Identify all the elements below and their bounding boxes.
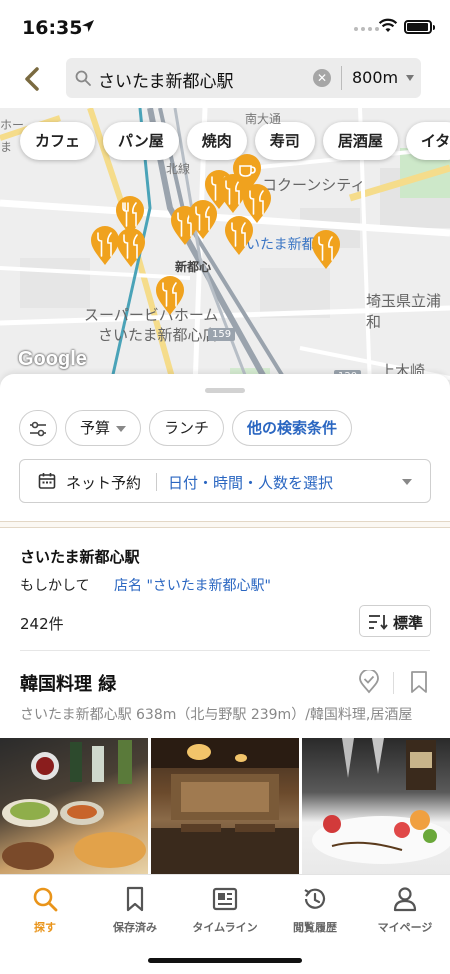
reservation-divider bbox=[156, 473, 157, 491]
wifi-icon bbox=[378, 18, 398, 32]
chevron-down-icon bbox=[406, 75, 414, 81]
person-icon bbox=[393, 887, 417, 912]
map-label: ホー bbox=[0, 118, 25, 132]
date-time-people-picker[interactable]: 日付・時間・人数を選択 bbox=[168, 472, 333, 493]
restaurant-pin-icon[interactable] bbox=[116, 228, 146, 268]
map-label: 新都心 bbox=[175, 260, 212, 274]
budget-filter-label: 予算 bbox=[80, 419, 111, 437]
status-time: 16:35 bbox=[22, 17, 83, 39]
tab-mypage[interactable]: マイページ bbox=[360, 885, 450, 945]
chevron-down-icon bbox=[402, 479, 412, 485]
status-bar: 16:35 bbox=[0, 0, 450, 56]
map-label: 北線 bbox=[166, 162, 191, 176]
lunch-filter-button[interactable]: ランチ bbox=[149, 410, 225, 446]
map-label: 埼玉県立浦和 bbox=[366, 292, 442, 331]
dessert-photo-illustration bbox=[312, 738, 450, 864]
restaurant-pin-icon[interactable] bbox=[311, 230, 341, 270]
signal-icon bbox=[354, 27, 379, 31]
search-icon bbox=[75, 70, 91, 86]
route-badge: 159 bbox=[208, 328, 236, 341]
interior-photo-illustration bbox=[151, 738, 299, 874]
map-label: さいたま新都心店 bbox=[98, 326, 218, 344]
search-station-title: さいたま新都心駅 bbox=[20, 548, 140, 566]
battery-icon bbox=[404, 20, 435, 34]
tab-timeline[interactable]: タイムライン bbox=[180, 885, 270, 945]
genre-chip[interactable]: イタ bbox=[405, 122, 450, 160]
suggestion-link[interactable]: 店名 "さいたま新都心駅" bbox=[114, 575, 271, 595]
sort-icon bbox=[369, 615, 388, 630]
genre-chip[interactable]: 居酒屋 bbox=[322, 122, 398, 160]
filter-row: 予算 ランチ 他の検索条件 bbox=[19, 410, 353, 446]
bookmark-icon bbox=[126, 886, 144, 912]
suggestion-label: もしかして bbox=[20, 578, 90, 594]
map-view[interactable]: カフェ パン屋 焼肉 寿司 居酒屋 イタ 南大通 ホー ま 北線 コクーンシティ… bbox=[0, 108, 450, 388]
back-arrow-icon[interactable] bbox=[18, 64, 48, 94]
map-label: コクーンシティ bbox=[262, 176, 366, 194]
sheet-handle[interactable] bbox=[205, 388, 245, 393]
genre-chip[interactable]: パン屋 bbox=[103, 122, 179, 160]
sort-label: 標準 bbox=[393, 614, 424, 632]
tab-label: タイムライン bbox=[192, 921, 258, 934]
visited-check-icon[interactable] bbox=[358, 670, 380, 694]
shop-photo[interactable] bbox=[0, 738, 148, 874]
sort-button[interactable]: 標準 bbox=[359, 605, 431, 637]
section-divider bbox=[0, 521, 450, 528]
search-input[interactable]: さいたま新都心駅 ✕ 800m bbox=[66, 58, 421, 98]
search-query: さいたま新都心駅 bbox=[98, 72, 234, 92]
shop-name[interactable]: 韓国料理 緑 bbox=[20, 670, 116, 696]
net-reservation-label: ネット予約 bbox=[66, 474, 142, 492]
net-reservation-select[interactable]: ネット予約 日付・時間・人数を選択 bbox=[19, 459, 431, 503]
clear-icon[interactable]: ✕ bbox=[313, 69, 331, 87]
shop-meta: さいたま新都心駅 638m（北与野駅 239m）/韓国料理,居酒屋 bbox=[20, 707, 413, 723]
tab-label: マイページ bbox=[377, 921, 433, 934]
restaurant-pin-icon[interactable] bbox=[224, 216, 254, 256]
calendar-icon bbox=[38, 473, 56, 489]
tab-label: 閲覧履歴 bbox=[293, 921, 337, 934]
budget-filter-button[interactable]: 予算 bbox=[65, 410, 142, 446]
google-logo: Google bbox=[18, 348, 87, 370]
location-arrow-icon bbox=[82, 20, 94, 32]
bookmark-icon[interactable] bbox=[409, 670, 429, 694]
tab-label: 保存済み bbox=[113, 921, 157, 934]
map-label: ま bbox=[0, 140, 13, 154]
results-sheet: 予算 ランチ 他の検索条件 ネット予約 日付・時間・人数を選択 さいたま新都心駅… bbox=[0, 374, 450, 874]
tab-label: 探す bbox=[34, 921, 56, 934]
chevron-down-icon bbox=[116, 425, 127, 432]
tab-search[interactable]: 探す bbox=[0, 885, 90, 945]
more-conditions-button[interactable]: 他の検索条件 bbox=[232, 410, 353, 446]
range-select[interactable]: 800m bbox=[352, 68, 398, 87]
shop-photo-strip[interactable] bbox=[0, 738, 450, 874]
food-photo-illustration bbox=[2, 740, 146, 870]
tab-saved[interactable]: 保存済み bbox=[90, 885, 180, 945]
sliders-icon bbox=[30, 421, 46, 437]
timeline-icon bbox=[212, 887, 238, 911]
genre-chip[interactable]: カフェ bbox=[20, 122, 96, 160]
genre-chip[interactable]: 寿司 bbox=[254, 122, 315, 160]
shop-photo[interactable] bbox=[302, 738, 450, 874]
map-label: スーパービバホーム bbox=[84, 306, 219, 324]
filter-settings-button[interactable] bbox=[19, 410, 57, 446]
tab-history[interactable]: 閲覧履歴 bbox=[270, 885, 360, 945]
search-divider bbox=[341, 66, 342, 90]
history-icon bbox=[304, 888, 326, 909]
map-label: 南大通 bbox=[245, 112, 282, 126]
search-header: さいたま新都心駅 ✕ 800m bbox=[0, 56, 450, 108]
result-count: 242件 bbox=[20, 615, 64, 633]
shop-action-divider bbox=[393, 672, 394, 694]
list-divider bbox=[20, 650, 430, 651]
home-indicator bbox=[148, 958, 302, 963]
search-icon bbox=[33, 887, 58, 912]
shop-photo[interactable] bbox=[151, 738, 299, 874]
restaurant-pin-icon[interactable] bbox=[155, 276, 185, 316]
